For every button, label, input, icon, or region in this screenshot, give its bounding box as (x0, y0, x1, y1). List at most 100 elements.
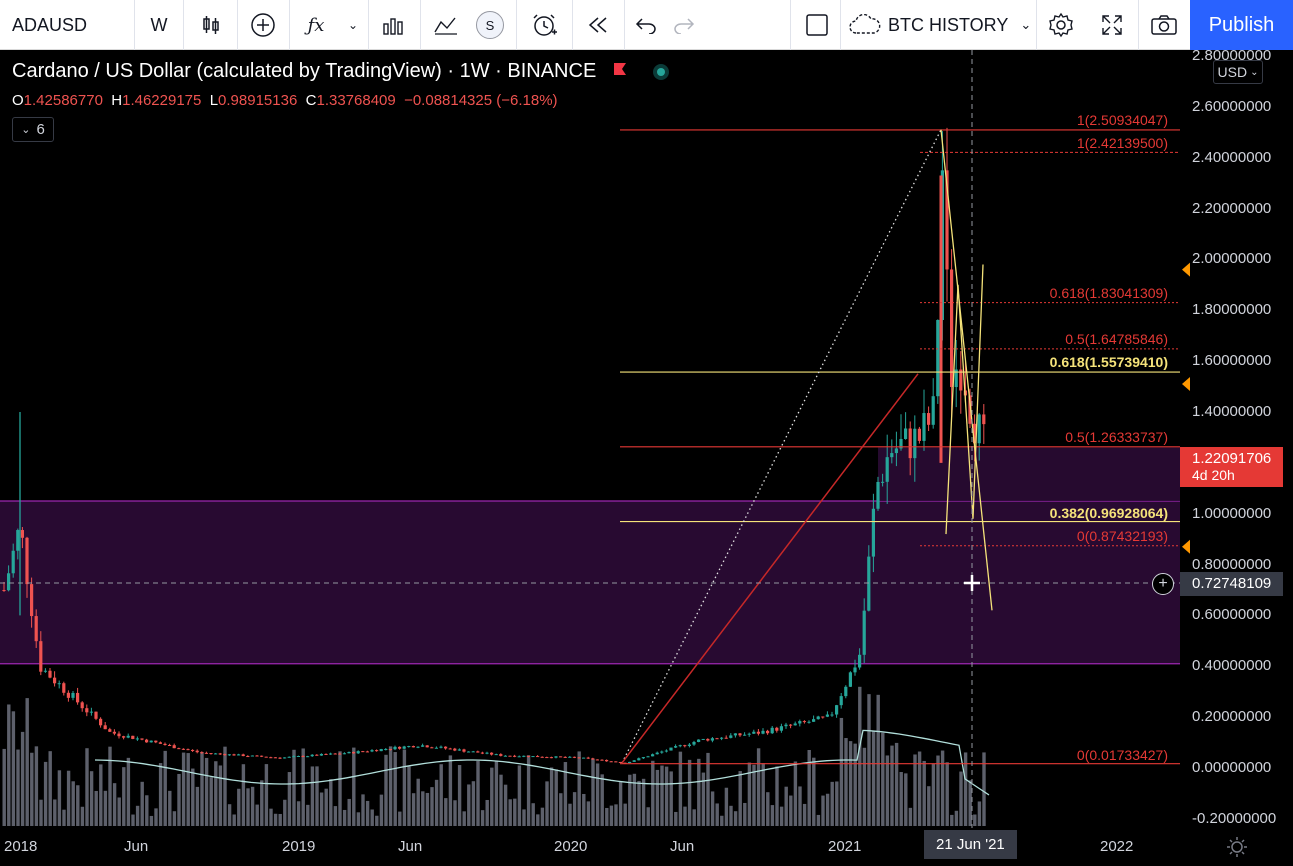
open-value: 1.42586770 (23, 92, 103, 109)
candle-body (402, 746, 406, 749)
candle-body (931, 396, 935, 425)
candle-body (536, 756, 540, 758)
volume-bar (927, 786, 931, 826)
symbol-search[interactable]: ADAUSD (0, 0, 134, 50)
volume-bar (94, 790, 98, 826)
volume-bar (315, 766, 319, 826)
candle-body (586, 757, 590, 759)
volume-bar (600, 774, 604, 826)
price-tick: 2.00000000 (1192, 250, 1272, 268)
candle-body (227, 754, 231, 756)
fullscreen-square-icon[interactable] (798, 0, 836, 50)
candle-body (908, 428, 912, 459)
candle-body (71, 692, 75, 698)
volume-bar (858, 686, 862, 826)
templates-icon[interactable] (372, 0, 414, 50)
publish-button[interactable]: Publish (1190, 0, 1293, 50)
price-tick: 2.40000000 (1192, 148, 1272, 166)
ohlc-values: O1.42586770 H1.46229175 L0.98915136 C1.3… (12, 92, 558, 109)
undo-icon[interactable] (628, 0, 664, 50)
support-zone[interactable] (0, 500, 1180, 664)
currency-selector[interactable]: USD ⌄ (1213, 60, 1263, 84)
volume-bar (347, 798, 351, 826)
volume-bar (122, 767, 126, 826)
volume-bar (508, 799, 512, 826)
camera-icon[interactable] (1142, 0, 1186, 50)
close-value: 1.33768409 (316, 92, 396, 109)
crosshair-time-label: 21 Jun '21 (924, 830, 1017, 859)
candle-body (526, 755, 530, 757)
candle-body (204, 752, 208, 754)
candle-body (34, 616, 38, 642)
volume-bar (743, 802, 747, 826)
settings-sun-icon[interactable] (1226, 836, 1248, 858)
candle-body (605, 759, 609, 762)
replay-s-icon[interactable]: S (472, 0, 508, 50)
volume-bar (904, 773, 908, 826)
volume-bar (204, 757, 209, 826)
candle-body (365, 751, 369, 753)
volume-bar (135, 805, 140, 826)
time-tick: Jun (398, 838, 423, 855)
expand-icon[interactable] (1090, 0, 1134, 50)
volume-bar (554, 769, 558, 826)
candle-body (600, 759, 604, 761)
volume-bar (632, 773, 637, 826)
volume-bar (641, 778, 646, 826)
fib-label: 0.618(1.83041309) (1049, 285, 1168, 301)
layout-selector[interactable]: BTC HISTORY ⌄ (848, 0, 1032, 50)
market-status-icon (653, 63, 670, 80)
alert-marker-icon[interactable] (1182, 539, 1190, 554)
volume-bar (490, 767, 494, 826)
last-price-badge: 1.22091706 4d 20h (1180, 447, 1283, 487)
candle-body (232, 754, 236, 756)
candle-body (269, 757, 273, 759)
volume-bar (931, 763, 936, 826)
indicators-fx-icon[interactable]: ƒx (296, 0, 336, 50)
candle-body (697, 739, 701, 742)
flag-icon[interactable] (612, 60, 628, 83)
candle-body (439, 746, 443, 748)
candle-body (66, 692, 70, 698)
candle-body (388, 749, 392, 751)
interval-button[interactable]: W (136, 0, 182, 50)
last-price: 1.22091706 (1192, 450, 1272, 467)
volume-bar (7, 704, 11, 826)
candle-body (977, 414, 981, 444)
alert-marker-icon[interactable] (1182, 377, 1190, 392)
alert-marker-icon[interactable] (1182, 262, 1190, 277)
chevron-down-icon[interactable]: ⌄ (340, 0, 366, 50)
candle-body (922, 413, 926, 441)
alert-clock-icon[interactable] (522, 0, 568, 50)
bar-replay-icon[interactable] (576, 0, 620, 50)
candle-body (283, 757, 287, 759)
volume-bar (25, 698, 29, 826)
candle-body (660, 751, 664, 753)
volume-bar (434, 779, 439, 826)
volume-bar (62, 809, 66, 826)
candle-body (260, 755, 264, 757)
volume-bar (250, 786, 255, 826)
candle-body (338, 753, 342, 755)
candles-icon[interactable] (188, 0, 234, 50)
volume-bar (186, 753, 190, 826)
candle-body (140, 738, 144, 740)
volume-bar (89, 771, 94, 826)
compare-icon[interactable] (426, 0, 466, 50)
volume-bar (154, 808, 158, 826)
volume-bar (48, 751, 52, 826)
candle-body (310, 754, 314, 757)
volume-bar (503, 784, 508, 826)
volume-bar (724, 787, 729, 826)
indicators-toggle[interactable]: ⌄ 6 (12, 117, 54, 142)
volume-bar (485, 799, 489, 826)
add-plus-icon[interactable]: + (1152, 573, 1174, 595)
candle-body (241, 754, 245, 757)
volume-bar (517, 765, 522, 826)
volume-bar (614, 804, 618, 826)
candle-body (25, 537, 29, 585)
add-plus-icon[interactable] (240, 0, 286, 50)
redo-icon[interactable] (666, 0, 702, 50)
settings-gear-icon[interactable] (1040, 0, 1082, 50)
price-chart[interactable] (0, 50, 1293, 866)
